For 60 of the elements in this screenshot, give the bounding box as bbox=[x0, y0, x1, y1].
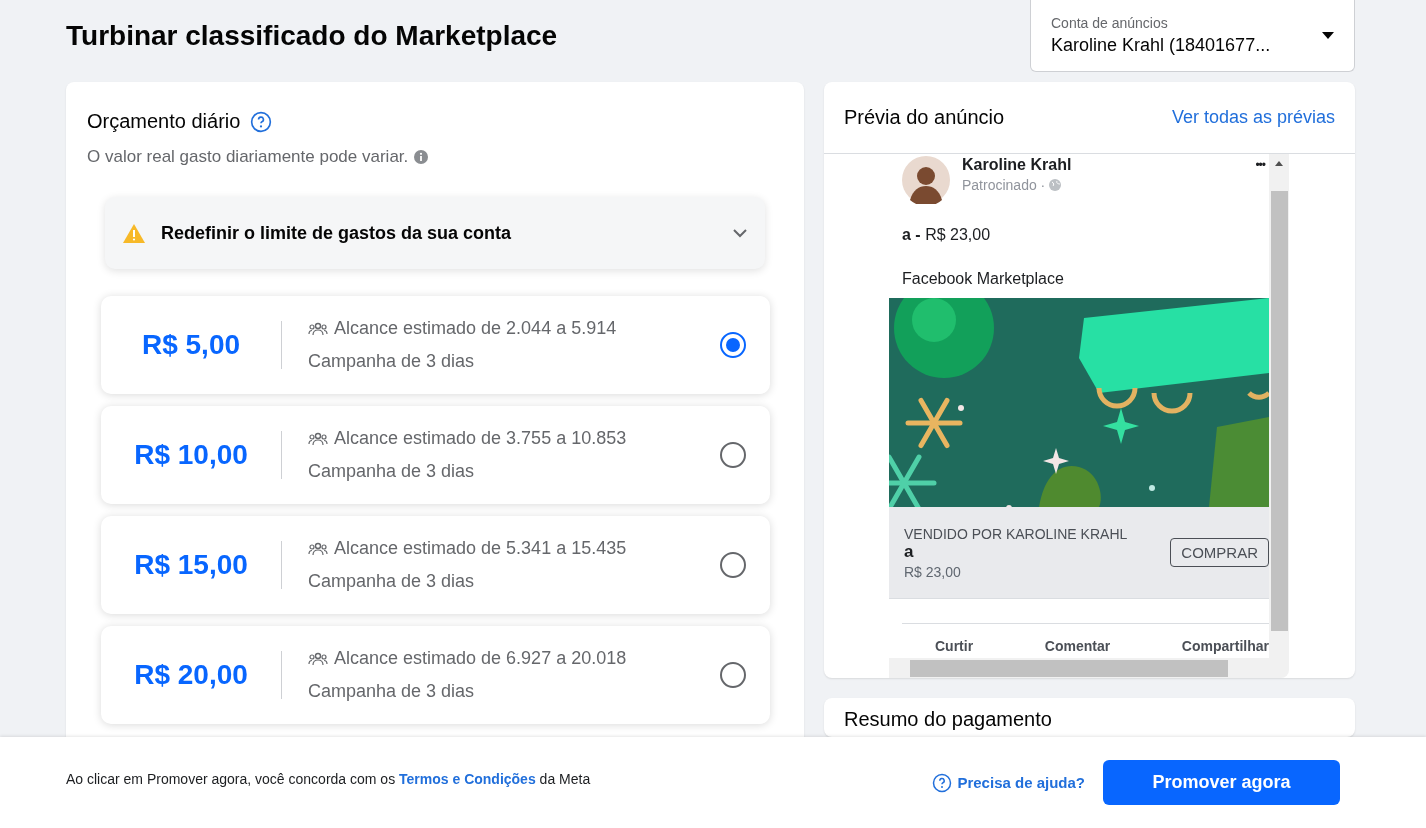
card-title: Resumo do pagamento bbox=[844, 708, 1053, 731]
post-action[interactable]: Compartilhar bbox=[1181, 638, 1269, 654]
people-icon bbox=[308, 540, 328, 557]
chevron-icon bbox=[733, 228, 747, 238]
terms-link[interactable]: Termos e Condições bbox=[399, 770, 536, 787]
campaign-duration: Campanha de 3 dias bbox=[308, 571, 476, 592]
help-link[interactable]: Precisa de ajuda? bbox=[932, 772, 1085, 793]
campaign-duration: Campanha de 3 dias bbox=[308, 461, 476, 482]
all-previews-link[interactable]: Ver todas as prévias bbox=[1171, 107, 1335, 128]
info-icon bbox=[414, 150, 429, 164]
item-price: R$ 23,00 bbox=[904, 563, 962, 580]
promote-button[interactable]: Promover agora bbox=[1103, 760, 1340, 805]
section-title: Orçamento diário bbox=[87, 110, 241, 133]
sponsored-label: Patrocinado · bbox=[962, 177, 1046, 193]
post-text: a - R$ 23,00 bbox=[902, 226, 992, 244]
budget-option[interactable]: R$ 15,00 Alcance estimado de 5.341 a 15.435 Campanha de 3 dias bbox=[101, 516, 770, 614]
radio-button[interactable] bbox=[720, 552, 746, 578]
reach-estimate: Alcance estimado de 5.341 a 15.435 bbox=[334, 538, 627, 559]
horizontal-scrollbar[interactable] bbox=[889, 658, 1289, 678]
reach-estimate: Alcance estimado de 2.044 a 5.914 bbox=[334, 318, 617, 339]
help-icon[interactable] bbox=[932, 772, 953, 793]
item-title: a bbox=[904, 541, 915, 562]
help-icon[interactable] bbox=[250, 110, 273, 133]
spending-limit-alert[interactable]: Redefinir o limite de gastos da sua conta bbox=[105, 197, 765, 269]
post-action[interactable]: Comentar bbox=[1044, 638, 1111, 654]
budget-price: R$ 10,00 bbox=[133, 439, 249, 471]
avatar bbox=[902, 156, 950, 204]
radio-button[interactable] bbox=[720, 442, 746, 468]
campaign-duration: Campanha de 3 dias bbox=[308, 351, 476, 372]
post-action[interactable]: Curtir bbox=[935, 638, 974, 654]
terms-text: Ao clicar em Promover agora, você concorda com os Termos e Condições da Meta bbox=[66, 770, 591, 787]
radio-button[interactable] bbox=[720, 332, 746, 358]
campaign-duration: Campanha de 3 dias bbox=[308, 681, 476, 702]
budget-option[interactable]: R$ 5,00 Alcance estimado de 2.044 a 5.914 Campanha de 3 dias bbox=[101, 296, 770, 394]
vertical-scrollbar[interactable] bbox=[1269, 154, 1289, 658]
seller-label: VENDIDO POR KAROLINE KRAHL bbox=[904, 525, 1128, 542]
post-caption: Facebook Marketplace bbox=[902, 270, 1065, 288]
globe-icon bbox=[1049, 179, 1062, 191]
section-subtitle: O valor real gasto diariamente pode variar. bbox=[87, 147, 409, 167]
caret-icon bbox=[1322, 32, 1334, 39]
people-icon bbox=[308, 650, 328, 667]
budget-price: R$ 20,00 bbox=[133, 659, 249, 691]
post-author[interactable]: Karoline Krahl bbox=[962, 156, 1072, 174]
reach-estimate: Alcance estimado de 6.927 a 20.018 bbox=[334, 648, 627, 669]
budget-price: R$ 15,00 bbox=[133, 549, 249, 581]
radio-button[interactable] bbox=[720, 662, 746, 688]
warning-icon bbox=[123, 223, 145, 243]
reach-estimate: Alcance estimado de 3.755 a 10.853 bbox=[334, 428, 627, 449]
dropdown-value: Karoline Krahl (18401677... bbox=[1051, 35, 1271, 56]
budget-option[interactable]: R$ 20,00 Alcance estimado de 6.927 a 20.018 Campanha de 3 dias bbox=[101, 626, 770, 724]
people-icon bbox=[308, 430, 328, 447]
account-dropdown[interactable]: Conta de anúncios Karoline Krahl (18401677... bbox=[1030, 0, 1355, 72]
scroll-up-icon[interactable] bbox=[1275, 161, 1283, 166]
budget-price: R$ 5,00 bbox=[140, 329, 242, 361]
dropdown-label: Conta de anúncios bbox=[1051, 15, 1169, 31]
page-title: Turbinar classificado do Marketplace bbox=[66, 20, 558, 52]
card-title: Prévia do anúncio bbox=[844, 106, 1005, 129]
people-icon bbox=[308, 320, 328, 337]
more-options[interactable]: ••• bbox=[1255, 158, 1265, 172]
budget-option[interactable]: R$ 10,00 Alcance estimado de 3.755 a 10.853 Campanha de 3 dias bbox=[101, 406, 770, 504]
